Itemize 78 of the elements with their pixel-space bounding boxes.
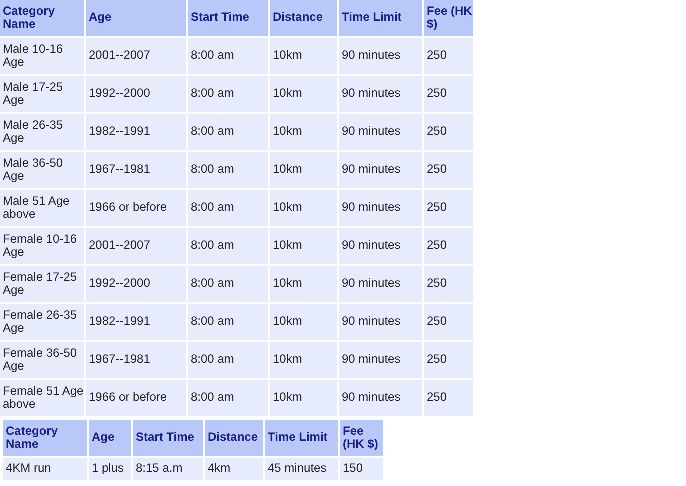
table-cell: 90 minutes: [339, 152, 422, 188]
table-cell: 8:00 am: [188, 152, 268, 188]
table-cell: 1992--2000: [86, 76, 186, 112]
column-header: Distance: [205, 420, 263, 456]
table-cell: Female 17-25 Age: [0, 266, 84, 302]
table-cell: 10km: [270, 76, 337, 112]
table-cell: 90 minutes: [339, 190, 422, 226]
table-cell: 250: [424, 38, 473, 74]
table-cell: 90 minutes: [339, 76, 422, 112]
table-cell: 250: [424, 76, 473, 112]
table-cell: Female 51 Age above: [0, 380, 84, 416]
table-cell: 250: [424, 342, 473, 378]
table-cell: 90 minutes: [339, 380, 422, 416]
table-cell: 8:00 am: [188, 342, 268, 378]
table-cell: 8:00 am: [188, 266, 268, 302]
table-cell: 90 minutes: [339, 304, 422, 340]
table-cell: Male 36-50 Age: [0, 152, 84, 188]
table-cell: Male 10-16 Age: [0, 38, 84, 74]
table-cell: 250: [424, 304, 473, 340]
column-header: Distance: [270, 0, 337, 36]
table-cell: 1992--2000: [86, 266, 186, 302]
column-header: Category Name: [3, 420, 87, 456]
table-cell: 2001--2007: [86, 228, 186, 264]
table-cell: 90 minutes: [339, 114, 422, 150]
column-header: Time Limit: [265, 420, 338, 456]
table-cell: 250: [424, 380, 473, 416]
table-cell: 4KM run: [3, 458, 87, 480]
table-cell: 1967--1981: [86, 342, 186, 378]
column-header: Age: [89, 420, 131, 456]
column-header: Fee (HK $): [424, 0, 473, 36]
table-cell: Male 17-25 Age: [0, 76, 84, 112]
table-cell: Male 51 Age above: [0, 190, 84, 226]
table-cell: 150: [340, 458, 383, 480]
column-header: Fee (HK $): [340, 420, 383, 456]
table-cell: 8:00 am: [188, 38, 268, 74]
table-cell: 10km: [270, 266, 337, 302]
table-cell: 10km: [270, 380, 337, 416]
column-header: Time Limit: [339, 0, 422, 36]
table-cell: 8:15 a.m: [133, 458, 203, 480]
table-cell: 8:00 am: [188, 228, 268, 264]
table-cell: 90 minutes: [339, 266, 422, 302]
table-cell: 1966 or before: [86, 190, 186, 226]
table-cell: 8:00 am: [188, 76, 268, 112]
table-cell: 1967--1981: [86, 152, 186, 188]
table-cell: 10km: [270, 152, 337, 188]
table-cell: 250: [424, 190, 473, 226]
table-cell: Female 26-35 Age: [0, 304, 84, 340]
table-cell: Male 26-35 Age: [0, 114, 84, 150]
table-cell: 90 minutes: [339, 228, 422, 264]
column-header: Start Time: [188, 0, 268, 36]
table-cell: 1982--1991: [86, 304, 186, 340]
table-cell: 10km: [270, 304, 337, 340]
table-cell: Female 36-50 Age: [0, 342, 84, 378]
table-cell: 10km: [270, 38, 337, 74]
table-cell: 250: [424, 152, 473, 188]
table-cell: 1966 or before: [86, 380, 186, 416]
table-cell: 8:00 am: [188, 304, 268, 340]
table-cell: 4km: [205, 458, 263, 480]
table-cell: 8:00 am: [188, 380, 268, 416]
table-cell: 90 minutes: [339, 38, 422, 74]
table-cell: Female 10-16 Age: [0, 228, 84, 264]
table-cell: 250: [424, 266, 473, 302]
table-cell: 1982--1991: [86, 114, 186, 150]
table-cell: 10km: [270, 190, 337, 226]
table-cell: 1 plus: [89, 458, 131, 480]
table-cell: 250: [424, 114, 473, 150]
table-cell: 10km: [270, 342, 337, 378]
table-cell: 45 minutes: [265, 458, 338, 480]
table-cell: 10km: [270, 114, 337, 150]
table-cell: 8:00 am: [188, 114, 268, 150]
table-cell: 10km: [270, 228, 337, 264]
table-cell: 90 minutes: [339, 342, 422, 378]
column-header: Age: [86, 0, 186, 36]
table-cell: 2001--2007: [86, 38, 186, 74]
table-cell: 8:00 am: [188, 190, 268, 226]
column-header: Category Name: [0, 0, 84, 36]
table-cell: 250: [424, 228, 473, 264]
column-header: Start Time: [133, 420, 203, 456]
